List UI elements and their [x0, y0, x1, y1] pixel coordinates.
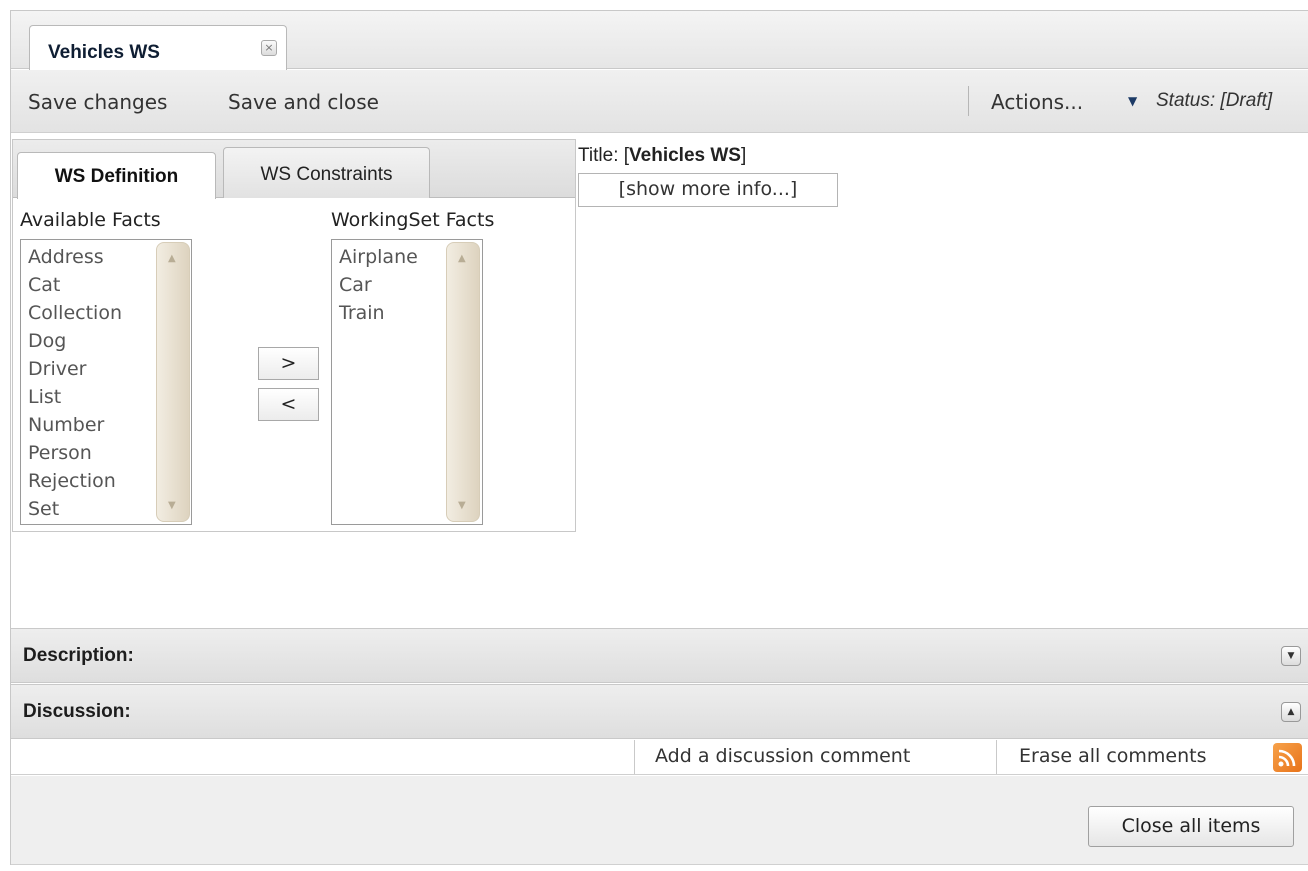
list-item[interactable]: Dog: [28, 327, 122, 355]
description-label: Description:: [23, 645, 134, 666]
list-item[interactable]: List: [28, 383, 122, 411]
list-item[interactable]: Address: [28, 243, 122, 271]
asset-title-value: Vehicles WS: [629, 145, 741, 166]
asset-title: Title: [Vehicles WS]: [578, 145, 747, 166]
list-item[interactable]: Car: [339, 271, 418, 299]
add-fact-button[interactable]: >: [258, 347, 319, 380]
erase-comments-button[interactable]: Erase all comments: [996, 740, 1276, 774]
tab-ws-constraints[interactable]: WS Constraints: [223, 147, 430, 198]
workingset-facts-label: WorkingSet Facts: [331, 209, 495, 231]
save-and-close-button[interactable]: Save and close: [228, 90, 379, 114]
scroll-up-icon[interactable]: ▲: [168, 253, 176, 264]
list-item[interactable]: Person: [28, 439, 122, 467]
rss-icon[interactable]: [1273, 743, 1302, 772]
discussion-label: Discussion:: [23, 701, 131, 722]
list-item[interactable]: Airplane: [339, 243, 418, 271]
scroll-down-icon[interactable]: ▼: [458, 500, 466, 511]
inner-tab-strip: WS Definition WS Constraints: [13, 140, 575, 199]
scroll-down-icon[interactable]: ▼: [168, 500, 176, 511]
discussion-section-header[interactable]: Discussion: ▲: [11, 684, 1308, 739]
save-changes-button[interactable]: Save changes: [28, 90, 167, 114]
list-item[interactable]: Train: [339, 299, 418, 327]
list-item[interactable]: Set: [28, 495, 122, 523]
workingset-facts-list[interactable]: Airplane Car Train ▲ ▼: [331, 239, 483, 525]
scrollbar[interactable]: ▲ ▼: [156, 242, 190, 522]
available-facts-list[interactable]: Address Cat Collection Dog Driver List N…: [20, 239, 192, 525]
actions-menu-button[interactable]: Actions...: [991, 90, 1083, 114]
show-more-info-button[interactable]: [show more info...]: [578, 173, 838, 207]
status-label: Status: [Draft]: [1156, 90, 1273, 111]
collapse-icon[interactable]: ▲: [1281, 702, 1301, 722]
toolbar-divider: [968, 86, 969, 116]
document-tab-bar: Vehicles WS ×: [11, 11, 1308, 80]
chevron-down-icon[interactable]: ▼: [1128, 94, 1137, 108]
discussion-actions-bar: Add a discussion comment Erase all comme…: [11, 740, 1308, 775]
working-set-tab-panel: WS Definition WS Constraints Available F…: [12, 139, 576, 532]
list-item[interactable]: Cat: [28, 271, 122, 299]
add-comment-button[interactable]: Add a discussion comment: [634, 740, 995, 774]
close-tab-icon[interactable]: ×: [261, 40, 277, 56]
scroll-up-icon[interactable]: ▲: [458, 253, 466, 264]
close-all-items-button[interactable]: Close all items: [1088, 806, 1294, 847]
editor-toolbar: Save changes Save and close Actions... ▼…: [11, 70, 1308, 133]
description-section-header[interactable]: Description: ▼: [11, 628, 1308, 683]
scrollbar[interactable]: ▲ ▼: [446, 242, 480, 522]
remove-fact-button[interactable]: <: [258, 388, 319, 421]
tab-ws-definition[interactable]: WS Definition: [17, 152, 216, 199]
list-item[interactable]: Driver: [28, 355, 122, 383]
footer-bar: Close all items: [11, 776, 1308, 865]
available-facts-label: Available Facts: [20, 209, 161, 231]
list-item[interactable]: Number: [28, 411, 122, 439]
list-item[interactable]: Collection: [28, 299, 122, 327]
tab-title: Vehicles WS: [48, 42, 160, 63]
expand-icon[interactable]: ▼: [1281, 646, 1301, 666]
list-item[interactable]: Rejection: [28, 467, 122, 495]
